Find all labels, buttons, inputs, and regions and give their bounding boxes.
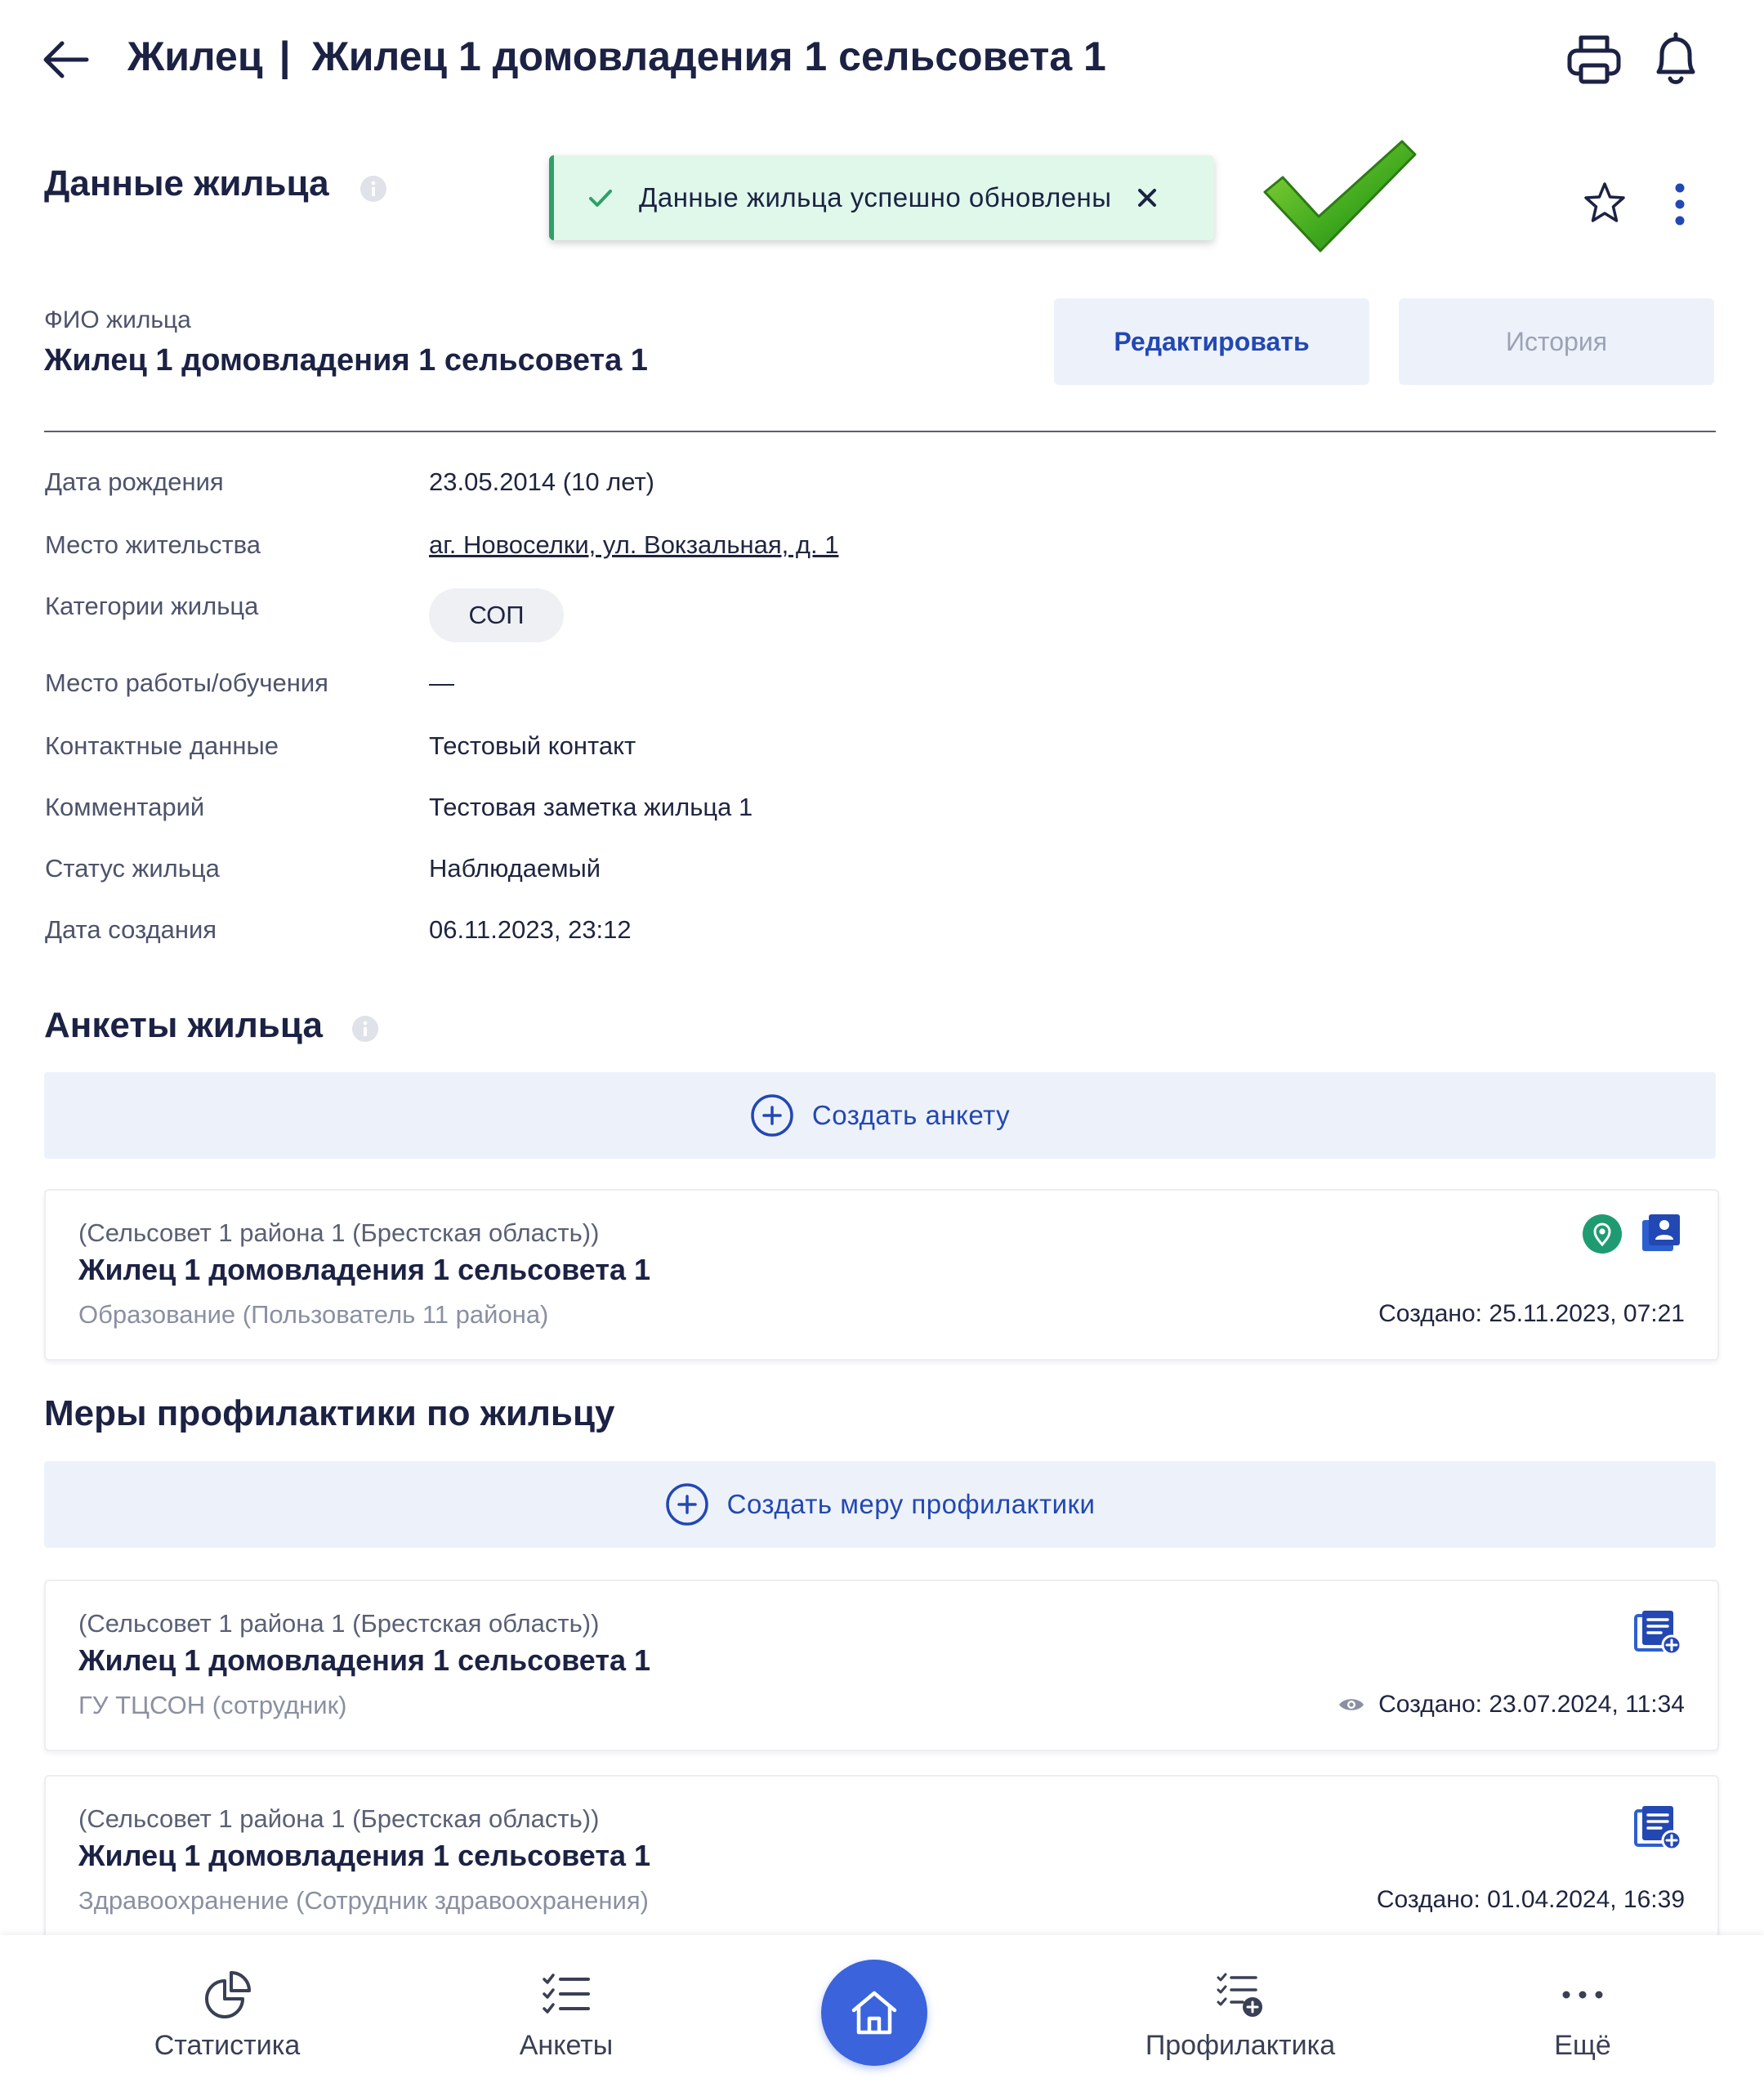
create-measure-label: Создать меру профилактики: [726, 1489, 1096, 1519]
checklist-add-icon: [1217, 1973, 1262, 2017]
plus-circle-icon: [751, 1094, 793, 1137]
arrow-left-icon: [43, 41, 89, 78]
card-created: Создано: 25.11.2023, 07:21: [1378, 1300, 1685, 1328]
bottom-navigation: Статистика Анкеты Профилактика Ещё: [0, 1935, 1764, 2092]
create-form-button[interactable]: Создать анкету: [44, 1072, 1716, 1159]
forms-heading: Анкеты жильца: [44, 1005, 323, 1045]
card-created-text: Создано: 01.04.2024, 16:39: [1376, 1886, 1685, 1913]
check-icon: [589, 190, 612, 207]
info-icon-graphic: [352, 1016, 378, 1042]
nav-statistics-label: Статистика: [154, 2030, 301, 2061]
divider: [44, 431, 1716, 432]
work-label: Место работы/обучения: [45, 668, 328, 697]
close-icon: [1137, 189, 1156, 207]
created-value: 06.11.2023, 23:12: [429, 915, 632, 944]
resident-data-heading: Данные жильца: [44, 163, 329, 204]
info-icon[interactable]: [359, 175, 387, 203]
card-created-text: Создано: 25.11.2023, 07:21: [1378, 1300, 1685, 1327]
eye-icon: [1339, 1699, 1364, 1710]
info-icon-graphic: [360, 176, 386, 202]
fio-value: Жилец 1 домовладения 1 сельсовета 1: [44, 343, 648, 378]
fio-label: ФИО жильца: [44, 306, 191, 333]
nav-home-button[interactable]: [821, 1960, 927, 2066]
star-icon: [1584, 182, 1625, 222]
nav-forms-label: Анкеты: [519, 2030, 614, 2061]
nav-more[interactable]: Ещё: [1476, 1968, 1689, 2062]
resident-data-heading-text: Данные жильца: [44, 163, 329, 203]
notifications-button[interactable]: [1649, 29, 1703, 88]
categories-label: Категории жильца: [45, 592, 259, 620]
created-label: Дата создания: [45, 915, 217, 944]
measure-card[interactable]: (Сельсовет 1 района 1 (Брестская область…: [44, 1775, 1719, 1947]
more-options-button[interactable]: [1667, 180, 1693, 229]
nav-statistics[interactable]: Статистика: [121, 1968, 333, 2062]
document-add-icon[interactable]: [1632, 1804, 1683, 1852]
toast-message: Данные жильца успешно обновлены: [639, 182, 1112, 212]
toast-close-button[interactable]: [1135, 186, 1159, 210]
category-chip: СОП: [429, 588, 564, 642]
more-horizontal-icon: [1562, 1991, 1603, 1999]
measures-heading: Меры профилактики по жильцу: [44, 1393, 615, 1433]
pie-chart-icon: [205, 1971, 251, 2018]
contacts-label: Контактные данные: [45, 731, 279, 760]
birth-date-value: 23.05.2014 (10 лет): [429, 467, 655, 496]
page-title-text: Жилец 1 домовладения 1 сельсовета 1: [311, 34, 1106, 79]
success-toast: Данные жильца успешно обновлены: [549, 155, 1214, 240]
edit-button[interactable]: Редактировать: [1054, 298, 1369, 385]
location-pin-icon[interactable]: [1582, 1214, 1623, 1254]
page-title: Жилец | Жилец 1 домовладения 1 сельсовета …: [127, 29, 1106, 83]
nav-prevention[interactable]: Профилактика: [1134, 1968, 1346, 2062]
residence-link[interactable]: аг. Новоселки, ул. Вокзальная, д. 1: [429, 530, 838, 560]
card-created: Создано: 01.04.2024, 16:39: [1377, 1886, 1685, 1914]
success-checkmark-icon: [1258, 135, 1422, 257]
measure-card[interactable]: (Сельсовет 1 района 1 (Брестская область…: [44, 1580, 1719, 1751]
birth-date-label: Дата рождения: [45, 467, 224, 496]
card-author: Здравоохранение (Сотрудник здравоохранен…: [78, 1886, 649, 1915]
status-value: Наблюдаемый: [429, 854, 601, 883]
contacts-value: Тестовый контакт: [429, 731, 636, 760]
work-value: —: [429, 668, 454, 697]
card-created-text: Создано: 23.07.2024, 11:34: [1378, 1691, 1685, 1718]
card-org: (Сельсовет 1 района 1 (Брестская область…: [78, 1609, 600, 1638]
status-label: Статус жильца: [45, 854, 220, 883]
nav-forms[interactable]: Анкеты: [460, 1968, 672, 2062]
create-form-label: Создать анкету: [811, 1100, 1011, 1130]
checklist-icon: [543, 1974, 590, 2014]
card-org: (Сельсовет 1 района 1 (Брестская область…: [78, 1218, 600, 1247]
title-separator: |: [279, 34, 291, 79]
forms-info-icon[interactable]: [351, 1015, 379, 1043]
card-author: ГУ ТЦСОН (сотрудник): [78, 1691, 347, 1719]
document-add-icon[interactable]: [1632, 1609, 1683, 1656]
card-org: (Сельсовет 1 района 1 (Брестская область…: [78, 1804, 600, 1833]
contact-card-icon[interactable]: [1639, 1212, 1683, 1254]
back-button[interactable]: [39, 33, 93, 87]
print-button[interactable]: [1565, 29, 1623, 88]
comment-label: Комментарий: [45, 793, 205, 821]
create-measure-button[interactable]: Создать меру профилактики: [44, 1461, 1716, 1548]
history-button[interactable]: История: [1399, 298, 1714, 385]
home-icon: [851, 1991, 897, 2035]
nav-more-label: Ещё: [1554, 2030, 1611, 2061]
card-name: Жилец 1 домовладения 1 сельсовета 1: [78, 1839, 651, 1872]
plus-circle-icon: [665, 1483, 708, 1526]
comment-value: Тестовая заметка жильца 1: [429, 793, 753, 821]
bell-icon: [1656, 32, 1695, 84]
card-name: Жилец 1 домовладения 1 сельсовета 1: [78, 1253, 651, 1286]
card-created: Создано: 23.07.2024, 11:34: [1338, 1691, 1685, 1719]
card-name: Жилец 1 домовладения 1 сельсовета 1: [78, 1643, 651, 1677]
kebab-menu-icon: [1675, 183, 1685, 226]
residence-label: Место жительства: [45, 530, 261, 559]
form-card[interactable]: (Сельсовет 1 района 1 (Брестская область…: [44, 1189, 1719, 1361]
favorite-button[interactable]: [1581, 180, 1628, 227]
printer-icon: [1567, 35, 1621, 84]
nav-prevention-label: Профилактика: [1145, 2030, 1336, 2061]
page-section-label: Жилец: [127, 34, 263, 79]
card-author: Образование (Пользователь 11 района): [78, 1300, 549, 1329]
